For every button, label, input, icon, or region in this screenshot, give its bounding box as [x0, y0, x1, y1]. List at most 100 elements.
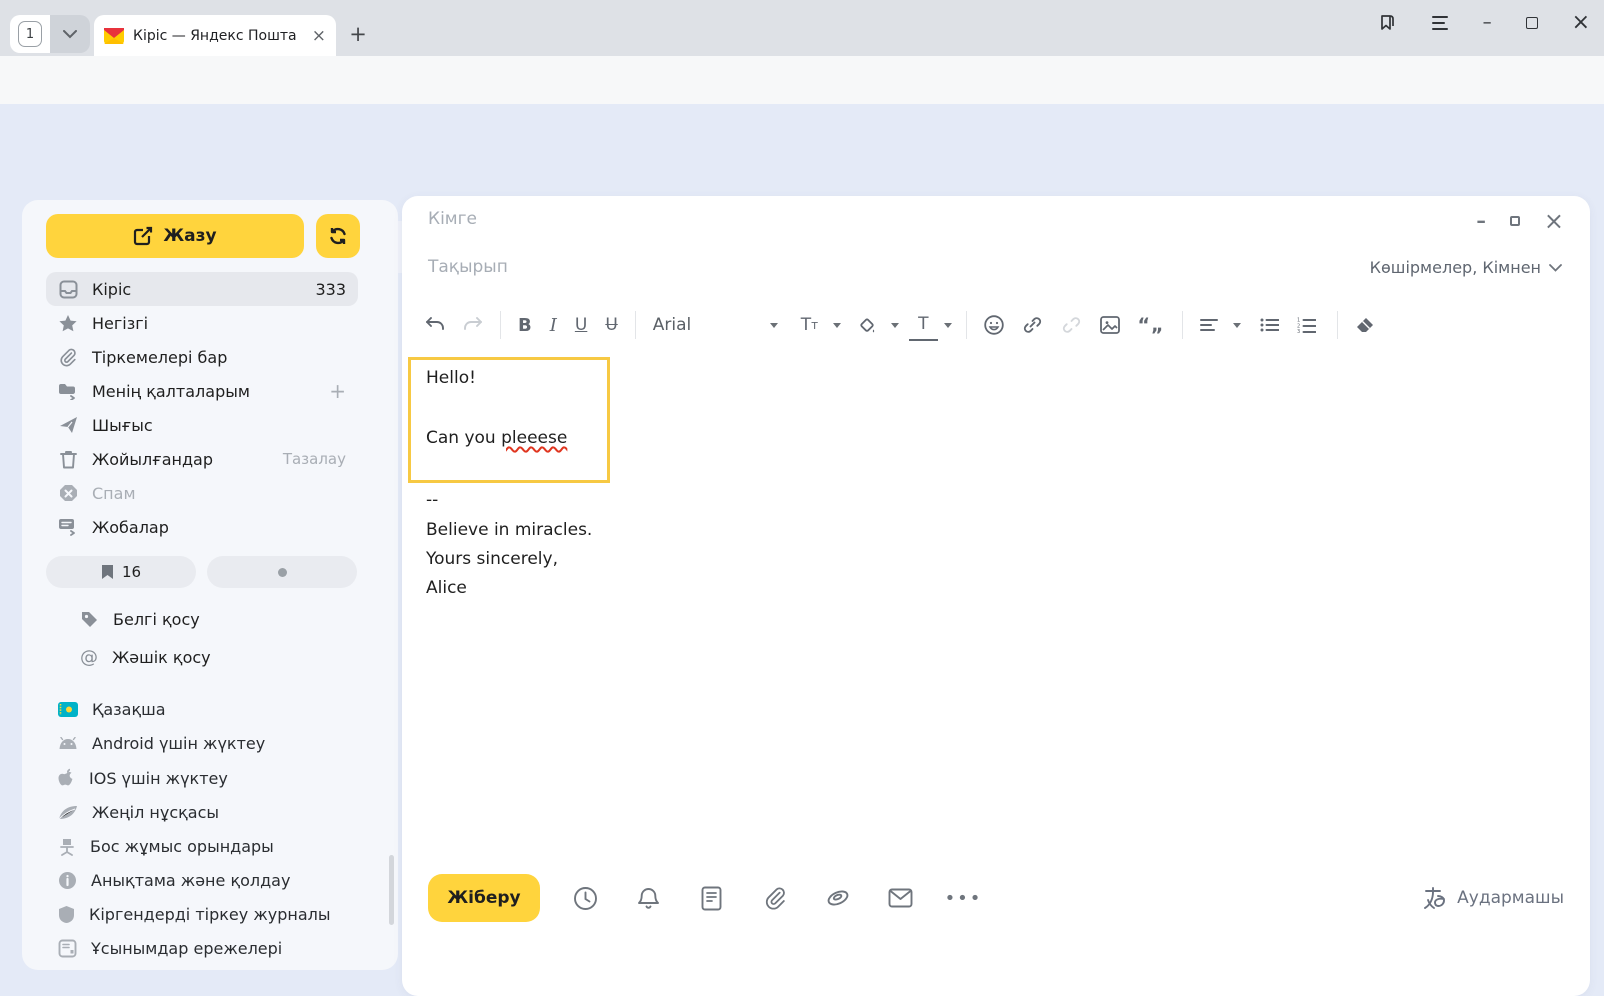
translator-button[interactable]: Аудармашы	[1421, 886, 1564, 910]
translate-icon	[1421, 886, 1447, 910]
sidebar-item-drafts[interactable]: Жобалар	[46, 510, 358, 544]
browser-tab[interactable]: Кіріс — Яндекс Пошта ×	[94, 15, 336, 56]
format-toolbar: B I U U Arial Tт T “„ 123	[416, 304, 1576, 346]
sidebar-item-inbox[interactable]: Кіріс 333	[46, 272, 358, 306]
align-button[interactable]	[1191, 309, 1227, 341]
new-tab-button[interactable]: +	[344, 20, 372, 48]
attach-from-mail-button[interactable]	[869, 888, 932, 908]
attach-file-button[interactable]	[743, 886, 806, 910]
compose-pencil-icon	[133, 226, 153, 246]
dot-filter-pill[interactable]	[207, 556, 357, 588]
svg-text:3: 3	[1297, 329, 1300, 333]
inbox-icon	[59, 280, 78, 299]
text-color-button[interactable]: T	[909, 309, 937, 341]
to-field[interactable]: Кімге	[428, 209, 477, 229]
template-button[interactable]	[680, 886, 743, 911]
add-label-item[interactable]: Белгі қосу	[80, 602, 360, 636]
shield-icon	[58, 905, 75, 924]
align-caret[interactable]	[1233, 323, 1241, 328]
sidebar-item-light-version[interactable]: Жеңіл нұсқасы	[46, 795, 376, 829]
underline-button[interactable]: U	[566, 309, 596, 341]
sidebar-item-recommendations[interactable]: Ұсынымдар ережелері	[46, 931, 376, 965]
window-maximize-icon[interactable]	[1526, 17, 1538, 29]
eraser-button[interactable]	[1346, 309, 1384, 341]
sidebar-item-android[interactable]: Android үшін жүктеу	[46, 726, 376, 760]
trash-icon	[60, 450, 77, 469]
sidebar-item-sent[interactable]: Шығыс	[46, 408, 358, 442]
dot-icon	[278, 568, 287, 577]
compose-button[interactable]: Жазу	[46, 214, 304, 258]
schedule-send-button[interactable]	[554, 886, 617, 911]
footer-label: Жеңіл нұсқасы	[92, 803, 219, 822]
sidebar-scrollbar[interactable]	[389, 855, 394, 925]
refresh-button[interactable]	[316, 214, 360, 258]
footer-label: Кіргендерді тіркеу журналы	[89, 905, 330, 924]
paperclip-icon	[59, 348, 77, 367]
font-family-select[interactable]: Arial	[644, 309, 764, 341]
more-actions-button[interactable]: •••	[932, 888, 995, 909]
bookmarks-count: 16	[122, 563, 141, 581]
compose-restore-icon[interactable]	[1510, 216, 1520, 226]
at-icon: @	[80, 647, 98, 668]
footer-label: Қазақша	[92, 700, 166, 719]
sidebar-item-login-journal[interactable]: Кіргендерді тіркеу журналы	[46, 897, 376, 931]
footer-label: Бос жұмыс орындары	[90, 837, 274, 856]
cc-from-toggle[interactable]: Көшірмелер, Кімнен	[1370, 258, 1562, 277]
footer-label: IOS үшін жүктеу	[89, 769, 228, 788]
reminder-button[interactable]	[617, 886, 680, 911]
sidebar-item-ios[interactable]: IOS үшін жүктеу	[46, 761, 376, 795]
attach-from-disk-button[interactable]	[806, 887, 869, 909]
sidebar-item-attachments[interactable]: Тіркемелері бар	[46, 340, 358, 374]
window-minimize-icon[interactable]: –	[1483, 12, 1492, 33]
body-line-2[interactable]: Can you pleeese	[426, 428, 567, 448]
sidebar-item-help[interactable]: Анықтама және қолдау	[46, 863, 376, 897]
sidebar-item-spam[interactable]: Спам	[46, 476, 358, 510]
highlight-color-caret[interactable]	[891, 323, 899, 328]
italic-button[interactable]: I	[541, 309, 566, 341]
font-family-caret[interactable]	[770, 323, 778, 328]
tab-close-icon[interactable]: ×	[312, 26, 326, 46]
tab-counter-control[interactable]: 1	[10, 15, 90, 53]
compose-close-icon[interactable]: ×	[1544, 211, 1564, 231]
window-close-icon[interactable]: ×	[1572, 10, 1590, 35]
body-line-1[interactable]: Hello!	[426, 368, 476, 388]
folder-label: Спам	[92, 484, 346, 503]
emoji-button[interactable]	[975, 309, 1013, 341]
subject-field[interactable]: Тақырып	[428, 257, 508, 277]
browser-menu-icon[interactable]	[1431, 15, 1449, 31]
signature-line-3: Alice	[426, 578, 467, 598]
add-mailbox-item[interactable]: @ Жәшік қосу	[80, 640, 360, 674]
bullet-list-button[interactable]	[1251, 309, 1288, 341]
text-color-caret[interactable]	[944, 323, 952, 328]
compose-minimize-icon[interactable]: –	[1476, 210, 1486, 232]
add-folder-icon[interactable]: +	[329, 379, 346, 403]
insert-image-button[interactable]	[1091, 309, 1129, 341]
sidebar-item-vacancies[interactable]: Бос жұмыс орындары	[46, 829, 376, 863]
add-label-text: Белгі қосу	[113, 610, 200, 629]
remove-link-button[interactable]	[1052, 309, 1091, 341]
misspelled-word[interactable]: pleeese	[501, 428, 567, 448]
clear-trash-link[interactable]: Тазалау	[283, 450, 346, 468]
font-size-caret[interactable]	[833, 323, 841, 328]
bookmarks-filter-pill[interactable]: 16	[46, 556, 196, 588]
tab-counter[interactable]: 1	[10, 15, 50, 53]
quote-button[interactable]: “„	[1129, 309, 1174, 341]
sidebar-item-language[interactable]: Қазақша	[46, 692, 376, 726]
font-size-select[interactable]: Tт	[792, 309, 827, 341]
undo-button[interactable]	[416, 309, 454, 341]
numbered-list-button[interactable]: 123	[1288, 309, 1325, 341]
sidebar-item-important[interactable]: Негізгі	[46, 306, 358, 340]
highlight-color-button[interactable]	[849, 309, 885, 341]
tab-list-dropdown[interactable]	[50, 15, 90, 53]
redo-button[interactable]	[454, 309, 492, 341]
signature-separator: --	[426, 490, 438, 510]
bold-button[interactable]: B	[509, 309, 541, 341]
sidebar-item-trash[interactable]: Жойылғандар Тазалау	[46, 442, 358, 476]
strikethrough-button[interactable]: U	[596, 309, 626, 341]
footer-label: Android үшін жүктеу	[92, 734, 265, 753]
insert-link-button[interactable]	[1013, 309, 1052, 341]
bookmarks-panel-icon[interactable]	[1377, 13, 1397, 33]
sidebar-item-my-folders[interactable]: Менің қалталарым +	[46, 374, 358, 408]
tab-count-badge: 1	[18, 21, 42, 47]
send-button[interactable]: Жіберу	[428, 874, 540, 922]
